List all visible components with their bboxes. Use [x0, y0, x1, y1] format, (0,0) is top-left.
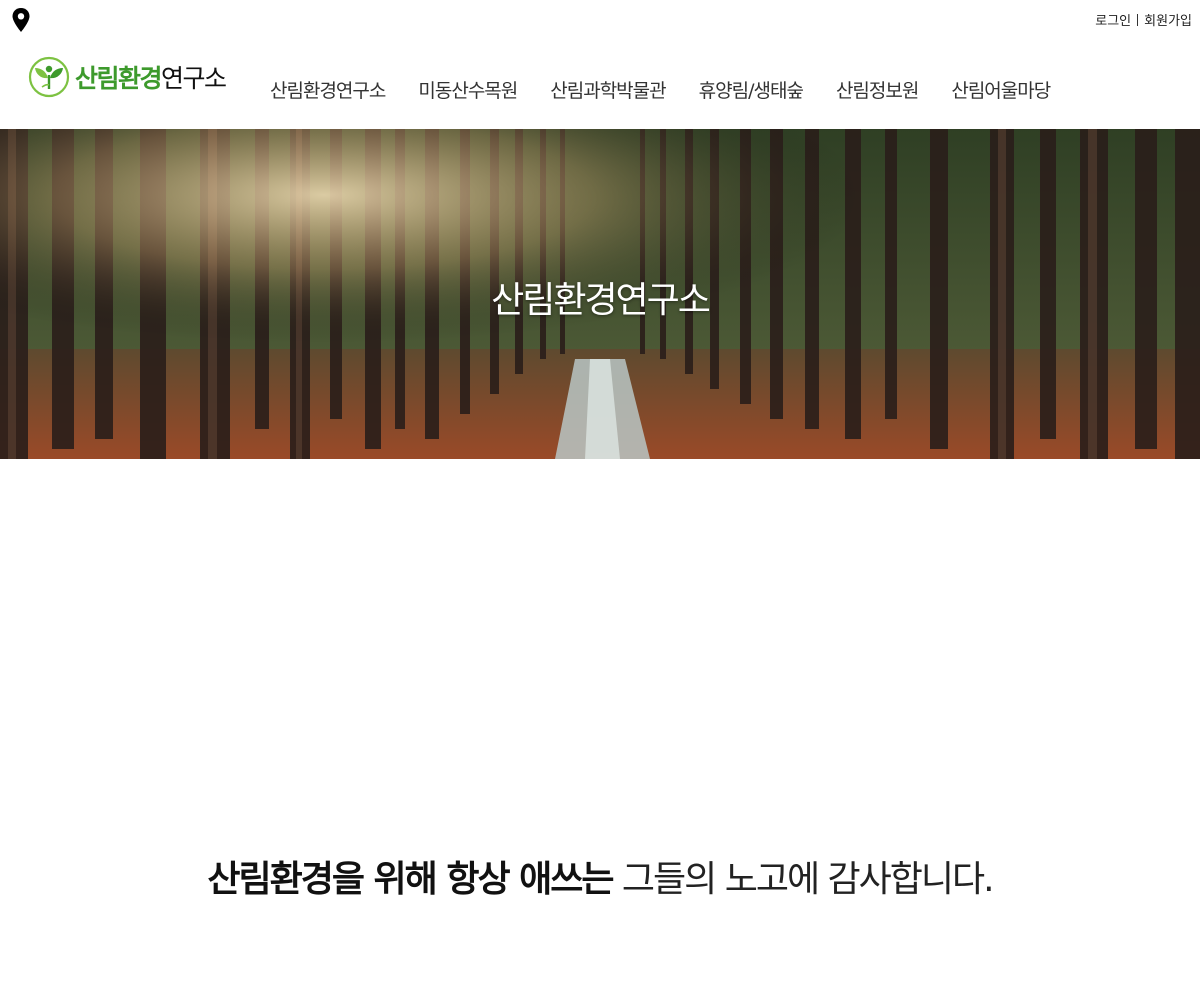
auth-divider — [1137, 13, 1139, 26]
logo-text-green: 산림환경 — [75, 64, 163, 93]
nav-item-forest-research[interactable]: 산림환경연구소 — [270, 76, 386, 103]
nav-item-recreation-forest[interactable]: 휴양림/생태숲 — [699, 76, 804, 103]
top-bar: 로그인 회원가입 — [0, 0, 1200, 40]
hero-title: 산림환경연구소 — [491, 280, 711, 321]
logo-text: 산림환경연구소 — [75, 59, 227, 95]
nav-item-community[interactable]: 산림어울마당 — [951, 76, 1051, 103]
tagline: 산림환경을 위해 항상 애쓰는 그들의 노고에 감사합니다. — [0, 850, 1200, 902]
leaf-sprout-icon — [28, 56, 70, 98]
hero-banner: 산림환경연구소 — [0, 129, 1200, 459]
map-pin-icon[interactable] — [12, 8, 30, 32]
auth-links: 로그인 회원가입 — [1095, 10, 1192, 29]
tagline-light: 그들의 노고에 감사합니다. — [621, 859, 995, 900]
main-nav: 산림환경연구소 미동산수목원 산림과학박물관 휴양림/생태숲 산림정보원 산림어… — [270, 76, 1051, 103]
logo-text-black: 연구소 — [161, 64, 227, 93]
site-logo[interactable]: 산림환경연구소 — [28, 56, 227, 98]
login-link[interactable]: 로그인 — [1095, 10, 1131, 29]
nav-item-arboretum[interactable]: 미동산수목원 — [418, 76, 518, 103]
site-header: 산림환경연구소 산림환경연구소 미동산수목원 산림과학박물관 휴양림/생태숲 산… — [0, 40, 1200, 129]
nav-item-science-museum[interactable]: 산림과학박물관 — [550, 76, 666, 103]
nav-item-forest-info[interactable]: 산림정보원 — [836, 76, 919, 103]
tagline-bold: 산림환경을 위해 항상 애쓰는 — [207, 859, 614, 900]
signup-link[interactable]: 회원가입 — [1144, 10, 1192, 29]
